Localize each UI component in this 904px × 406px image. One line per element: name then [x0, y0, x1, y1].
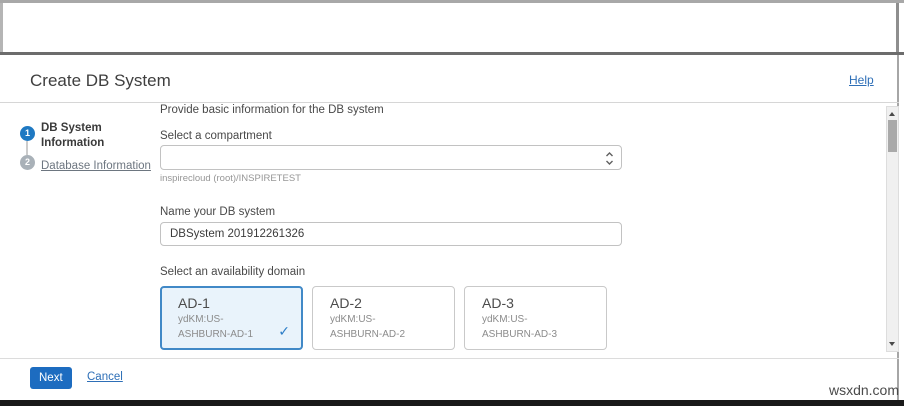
db-name-input[interactable]	[160, 222, 622, 246]
compartment-label: Select a compartment	[160, 130, 272, 142]
check-icon: ✓	[278, 323, 290, 339]
ad-card-subtitle-line2: ASHBURN-AD-3	[482, 329, 558, 340]
ad-card-title: AD-2	[330, 295, 362, 311]
scrollbar-thumb[interactable]	[888, 120, 897, 152]
step-2-indicator: 2	[20, 155, 35, 170]
db-name-label: Name your DB system	[160, 206, 276, 218]
header-divider	[0, 102, 899, 103]
window-divider	[0, 52, 904, 55]
create-db-system-page: Create DB System Help 1 2 DB System Info…	[0, 0, 904, 406]
ad-card-title: AD-1	[178, 295, 210, 311]
select-caret-icon	[605, 151, 614, 171]
ad-card-subtitle-line2: ASHBURN-AD-1	[178, 329, 254, 340]
ad-card-subtitle-line1: ydKM:US-	[178, 314, 224, 325]
help-link[interactable]: Help	[849, 73, 874, 87]
watermark-text: wsxdn.com	[828, 382, 899, 398]
bottom-edge-bar	[0, 400, 904, 406]
form-intro-text: Provide basic information for the DB sys…	[160, 104, 384, 116]
scrollbar-up-icon[interactable]	[887, 108, 898, 120]
sidebar-step-database-information[interactable]: Database Information	[41, 160, 151, 172]
step-1-indicator: 1	[20, 126, 35, 141]
ad-card-ad-2[interactable]: AD-2 ydKM:US- ASHBURN-AD-2	[312, 286, 455, 350]
availability-domain-label: Select an availability domain	[160, 266, 306, 278]
ad-card-subtitle-line1: ydKM:US-	[330, 314, 376, 325]
ad-card-ad-3[interactable]: AD-3 ydKM:US- ASHBURN-AD-3	[464, 286, 607, 350]
browser-chrome-bar	[0, 3, 899, 52]
cancel-link[interactable]: Cancel	[87, 371, 123, 383]
compartment-hint: inspirecloud (root)/INSPIRETEST	[160, 173, 301, 184]
scrollbar-down-icon[interactable]	[887, 338, 898, 350]
vertical-scrollbar[interactable]	[886, 106, 899, 352]
ad-card-subtitle-line2: ASHBURN-AD-2	[330, 329, 406, 340]
availability-domain-cards: AD-1 ydKM:US- ASHBURN-AD-1 ✓ AD-2 ydKM:U…	[160, 286, 607, 350]
step-connector	[26, 141, 28, 155]
ad-card-ad-1[interactable]: AD-1 ydKM:US- ASHBURN-AD-1 ✓	[160, 286, 303, 350]
footer-divider	[0, 358, 899, 359]
page-title: Create DB System	[30, 71, 171, 90]
sidebar-step-db-system-information: DB System Information	[41, 122, 105, 149]
ad-card-subtitle-line1: ydKM:US-	[482, 314, 528, 325]
ad-card-title: AD-3	[482, 295, 514, 311]
next-button[interactable]: Next	[30, 367, 72, 389]
compartment-select[interactable]	[160, 145, 622, 170]
